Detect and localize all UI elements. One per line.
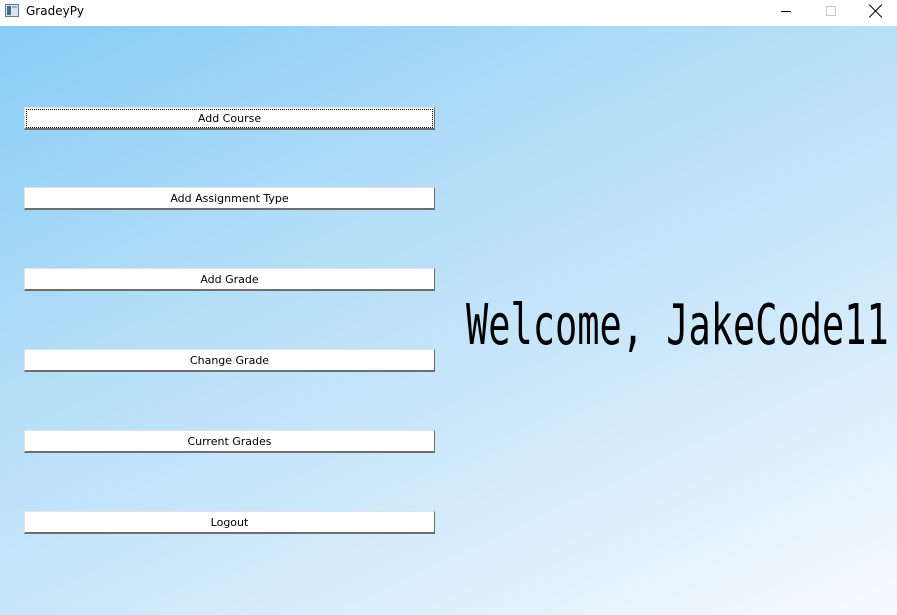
window-title: GradeyPy: [26, 4, 85, 18]
change-grade-button[interactable]: Change Grade: [24, 349, 435, 372]
add-grade-button[interactable]: Add Grade: [24, 268, 435, 291]
maximize-icon: [825, 6, 836, 16]
minimize-icon: [780, 10, 791, 12]
close-button[interactable]: [853, 0, 897, 22]
main-panel: Add Course Add Assignment Type Add Grade…: [0, 26, 897, 615]
current-grades-button[interactable]: Current Grades: [24, 430, 435, 453]
minimize-button[interactable]: [763, 0, 808, 22]
welcome-message: Welcome, JakeCode11: [466, 293, 889, 358]
close-icon: [869, 4, 883, 18]
title-bar[interactable]: GradeyPy: [0, 0, 897, 26]
add-assignment-type-button[interactable]: Add Assignment Type: [24, 187, 435, 210]
maximize-button[interactable]: [808, 0, 853, 22]
app-window-icon[interactable]: [5, 4, 19, 17]
add-course-button[interactable]: Add Course: [24, 107, 435, 130]
logout-button[interactable]: Logout: [24, 511, 435, 534]
